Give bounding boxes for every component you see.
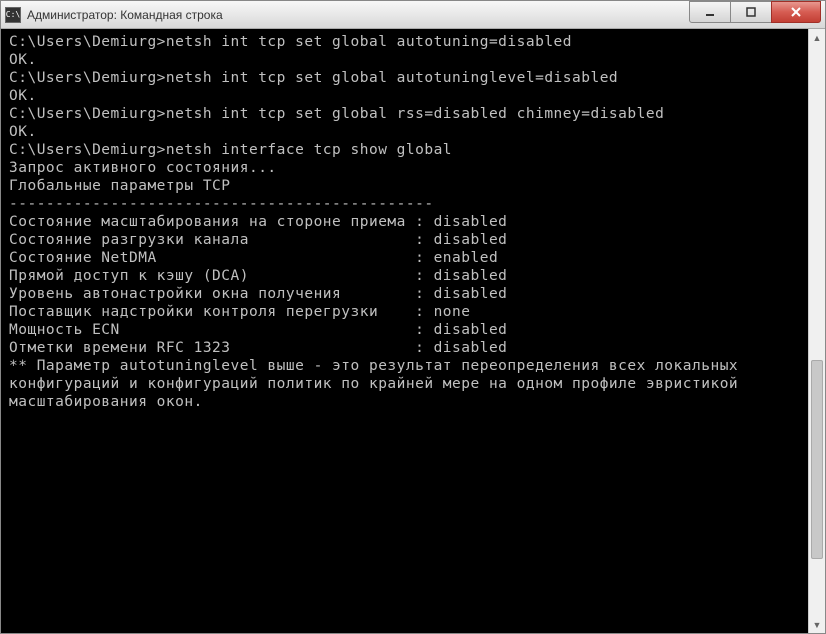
minimize-button[interactable] (689, 1, 731, 23)
scroll-down-button[interactable]: ▼ (809, 616, 825, 633)
terminal-line: конфигураций и конфигураций политик по к… (9, 375, 800, 393)
terminal-line: Уровень автонастройки окна получения : d… (9, 285, 800, 303)
terminal-line: C:\Users\Demiurg>netsh interface tcp sho… (9, 141, 800, 159)
command-prompt-window: C:\ Администратор: Командная строка C:\U… (0, 0, 826, 634)
app-icon-text: C:\ (6, 10, 20, 19)
vertical-scrollbar[interactable]: ▲ ▼ (808, 29, 825, 633)
maximize-button[interactable] (730, 1, 772, 23)
terminal-line: Глобальные параметры TCP (9, 177, 800, 195)
terminal-line: C:\Users\Demiurg>netsh int tcp set globa… (9, 105, 800, 123)
terminal-line: Состояние разгрузки канала : disabled (9, 231, 800, 249)
maximize-icon (745, 6, 757, 18)
close-icon (790, 6, 802, 18)
terminal-line: C:\Users\Demiurg>netsh int tcp set globa… (9, 33, 800, 51)
close-button[interactable] (771, 1, 821, 23)
terminal-line: Состояние NetDMA : enabled (9, 249, 800, 267)
terminal-line: Мощность ECN : disabled (9, 321, 800, 339)
terminal-output[interactable]: C:\Users\Demiurg>netsh int tcp set globa… (1, 29, 808, 633)
minimize-icon (704, 6, 716, 18)
terminal-line: C:\Users\Demiurg>netsh int tcp set globa… (9, 69, 800, 87)
terminal-line: OK. (9, 123, 800, 141)
terminal-container: C:\Users\Demiurg>netsh int tcp set globa… (1, 29, 825, 633)
terminal-line: OK. (9, 51, 800, 69)
terminal-line: Запрос активного состояния... (9, 159, 800, 177)
window-title: Администратор: Командная строка (27, 8, 690, 22)
terminal-line: OK. (9, 87, 800, 105)
titlebar[interactable]: C:\ Администратор: Командная строка (1, 1, 825, 29)
scroll-up-button[interactable]: ▲ (809, 29, 825, 46)
scroll-thumb[interactable] (811, 360, 823, 560)
terminal-line: Прямой доступ к кэшу (DCA) : disabled (9, 267, 800, 285)
app-icon: C:\ (5, 7, 21, 23)
scroll-track[interactable] (809, 46, 825, 616)
terminal-line: Состояние масштабирования на стороне при… (9, 213, 800, 231)
terminal-line: масштабирования окон. (9, 393, 800, 411)
terminal-line: Поставщик надстройки контроля перегрузки… (9, 303, 800, 321)
window-controls (690, 1, 821, 28)
terminal-line: Отметки времени RFC 1323 : disabled (9, 339, 800, 357)
terminal-line: ----------------------------------------… (9, 195, 800, 213)
terminal-line: ** Параметр autotuninglevel выше - это р… (9, 357, 800, 375)
